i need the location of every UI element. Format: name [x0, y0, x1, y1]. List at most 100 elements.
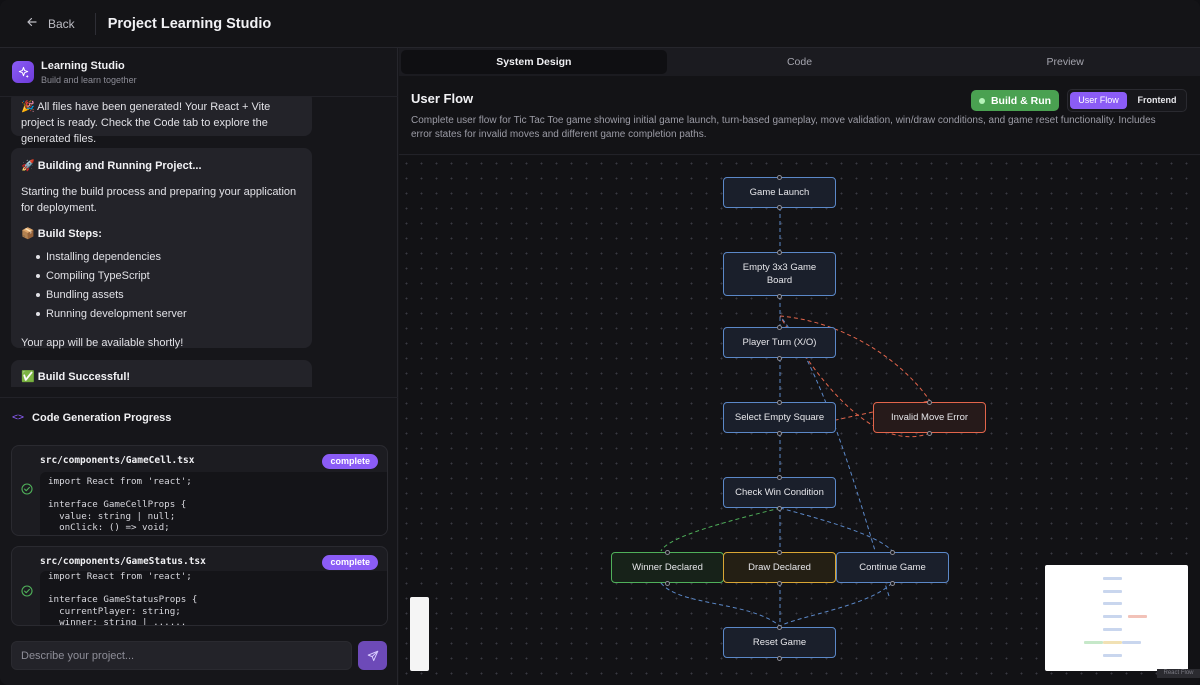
- chat-message: 🎉 All files have been generated! Your Re…: [11, 97, 312, 145]
- view-option-user-flow[interactable]: User Flow: [1070, 92, 1127, 109]
- view-toggle: User Flow Frontend: [1067, 89, 1187, 112]
- node-handle[interactable]: [665, 581, 670, 586]
- message-title: 🚀 Building and Running Project...: [21, 160, 202, 172]
- node-handle[interactable]: [890, 581, 895, 586]
- divider: [94, 12, 96, 35]
- zoom-controls[interactable]: [410, 597, 429, 671]
- node-handle[interactable]: [927, 400, 932, 405]
- status-badge: complete: [322, 555, 378, 570]
- list-item: Installing dependencies: [36, 249, 302, 268]
- node-handle[interactable]: [777, 506, 782, 511]
- flow-title: User Flow: [411, 91, 474, 106]
- page-title: Project Learning Studio: [107, 15, 272, 32]
- minimap[interactable]: [1045, 565, 1188, 671]
- node-handle[interactable]: [777, 475, 782, 480]
- minimap-node: [1103, 615, 1122, 618]
- chat-panel: Learning Studio Build and learn together…: [0, 48, 398, 685]
- minimap-node: [1103, 628, 1122, 631]
- flow-node-continue-game[interactable]: Continue Game: [836, 552, 949, 583]
- node-handle[interactable]: [777, 431, 782, 436]
- brand-subtitle: Build and learn together: [41, 74, 137, 85]
- node-handle[interactable]: [890, 550, 895, 555]
- tab-code[interactable]: Code: [667, 50, 933, 74]
- check-circle-icon: [21, 585, 33, 597]
- message-title: ✅ Build Successful!: [21, 371, 131, 383]
- brand-header: Learning Studio Build and learn together: [0, 48, 398, 97]
- file-card[interactable]: src/components/GameStatus.tsx complete i…: [11, 546, 388, 626]
- node-handle[interactable]: [777, 325, 782, 330]
- list-item: Compiling TypeScript: [36, 268, 302, 287]
- node-handle[interactable]: [777, 656, 782, 661]
- node-handle[interactable]: [777, 550, 782, 555]
- edge-check-winner: [660, 507, 781, 552]
- sparkles-icon: [12, 61, 34, 83]
- list-item: Bundling assets: [36, 287, 302, 306]
- edge-winner-reset: [660, 582, 781, 627]
- flow-node-invalid-move[interactable]: Invalid Move Error: [873, 402, 986, 433]
- node-handle[interactable]: [777, 400, 782, 405]
- edge-check-continue: [779, 507, 893, 552]
- build-button-label: Build & Run: [990, 94, 1052, 107]
- flow-header: User Flow Complete user flow for Tic Tac…: [399, 76, 1200, 155]
- minimap-node: [1122, 641, 1141, 644]
- build-and-run-button[interactable]: Build & Run: [971, 90, 1059, 111]
- tab-system-design[interactable]: System Design: [401, 50, 667, 74]
- node-handle[interactable]: [927, 431, 932, 436]
- brand-name: Learning Studio: [41, 59, 125, 72]
- arrow-left-icon: [26, 16, 38, 31]
- node-handle[interactable]: [777, 356, 782, 361]
- view-option-frontend[interactable]: Frontend: [1130, 92, 1184, 109]
- message-text: Starting the build process and preparing…: [21, 186, 297, 214]
- file-name: src/components/GameCell.tsx: [40, 455, 195, 466]
- node-handle[interactable]: [777, 581, 782, 586]
- node-handle[interactable]: [777, 205, 782, 210]
- flow-node-select-square[interactable]: Select Empty Square: [723, 402, 836, 433]
- tab-preview[interactable]: Preview: [932, 50, 1198, 74]
- node-handle[interactable]: [777, 625, 782, 630]
- list-item: Running development server: [36, 306, 302, 325]
- status-dot-icon: [978, 97, 985, 104]
- node-handle[interactable]: [777, 294, 782, 299]
- app-window: Back Project Learning Studio Learning St…: [0, 0, 1200, 685]
- file-card[interactable]: src/components/GameCell.tsx complete imp…: [11, 445, 388, 536]
- build-steps-title: 📦 Build Steps:: [21, 228, 102, 240]
- back-button[interactable]: Back: [0, 9, 89, 39]
- code-preview: import React from 'react'; interface Gam…: [40, 472, 387, 535]
- design-panel: System Design Code Preview User Flow Com…: [399, 48, 1200, 685]
- node-handle[interactable]: [665, 550, 670, 555]
- chat-message: ✅ Build Successful!: [11, 360, 312, 387]
- flow-node-winner-declared[interactable]: Winner Declared: [611, 552, 724, 583]
- chat-messages[interactable]: 🎉 All files have been generated! Your Re…: [0, 97, 398, 387]
- send-icon: [367, 650, 378, 661]
- chat-message: 🚀 Building and Running Project... Starti…: [11, 148, 312, 349]
- flow-canvas[interactable]: Game Launch Empty 3x3 Game Board Player …: [399, 156, 1200, 685]
- send-button[interactable]: [358, 641, 387, 670]
- message-text: 🎉 All files have been generated! Your Re…: [21, 101, 271, 145]
- flow-node-empty-board[interactable]: Empty 3x3 Game Board: [723, 252, 836, 296]
- flow-node-draw-declared[interactable]: Draw Declared: [723, 552, 836, 583]
- tab-bar: System Design Code Preview: [399, 48, 1200, 76]
- minimap-node: [1103, 654, 1122, 657]
- flow-node-check-win[interactable]: Check Win Condition: [723, 477, 836, 508]
- edge-continue-reset: [779, 582, 893, 627]
- file-name: src/components/GameStatus.tsx: [40, 556, 206, 567]
- progress-title: Code Generation Progress: [32, 411, 172, 424]
- flow-node-player-turn[interactable]: Player Turn (X/O): [723, 327, 836, 358]
- code-icon: <>: [12, 412, 25, 423]
- flow-node-game-launch[interactable]: Game Launch: [723, 177, 836, 208]
- project-description-input[interactable]: [11, 641, 352, 670]
- progress-header: <> Code Generation Progress: [0, 397, 398, 437]
- back-label: Back: [48, 16, 75, 31]
- attribution-link[interactable]: React Flow: [1157, 669, 1200, 678]
- flow-node-reset-game[interactable]: Reset Game: [723, 627, 836, 658]
- check-circle-icon: [21, 483, 33, 495]
- build-steps-list: Installing dependencies Compiling TypeSc…: [21, 249, 302, 325]
- node-handle[interactable]: [777, 175, 782, 180]
- minimap-node: [1103, 577, 1122, 580]
- minimap-node: [1103, 602, 1122, 605]
- code-preview: import React from 'react'; interface Gam…: [40, 571, 387, 625]
- node-handle[interactable]: [777, 250, 782, 255]
- top-bar: Back Project Learning Studio: [0, 0, 1200, 48]
- minimap-node: [1103, 641, 1122, 644]
- status-badge: complete: [322, 454, 378, 469]
